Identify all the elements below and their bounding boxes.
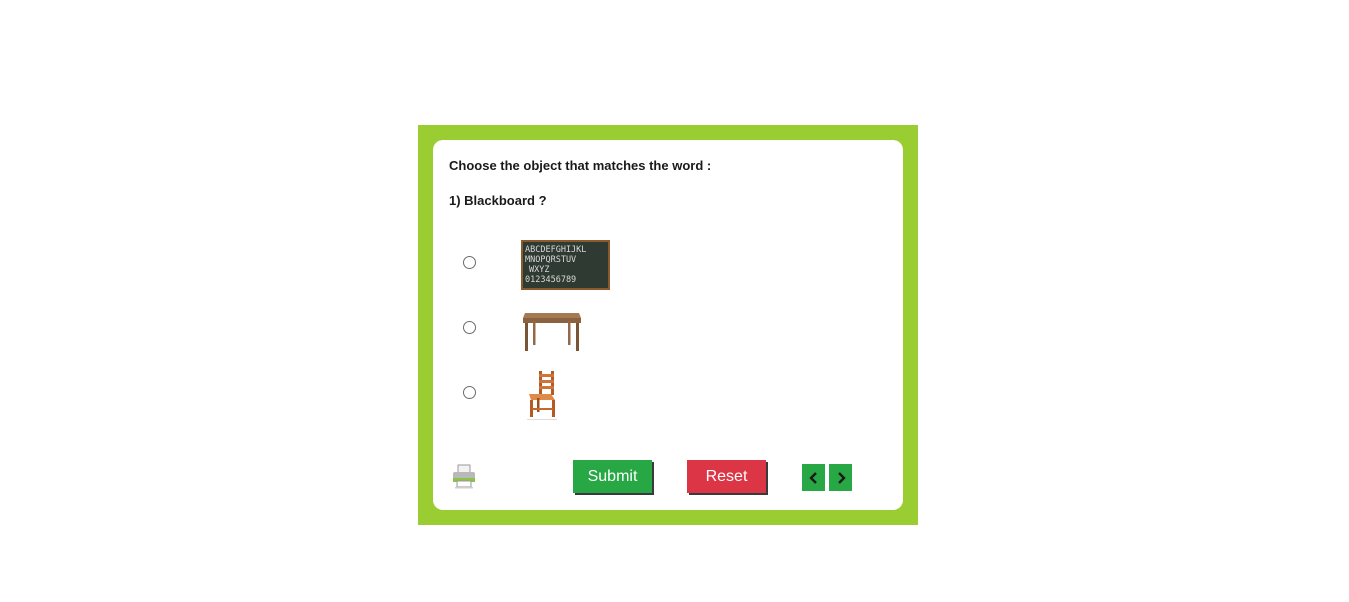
option-blackboard[interactable]: ABCDEFGHIJKL MNOPQRSTUV WXYZ 0123456789: [433, 240, 733, 300]
table-icon: [523, 313, 581, 351]
chevron-left-icon: [808, 471, 817, 484]
radio-table[interactable]: [463, 321, 476, 334]
option-chair[interactable]: [433, 370, 733, 430]
printer-drawing: [453, 464, 475, 489]
blackboard-line-1: ABCDEFGHIJKL: [525, 245, 586, 255]
quiz-card: Choose the object that matches the word …: [433, 140, 903, 510]
previous-button[interactable]: [802, 464, 825, 491]
chevron-right-icon: [837, 471, 846, 484]
blackboard-image: ABCDEFGHIJKL MNOPQRSTUV WXYZ 0123456789: [521, 240, 610, 290]
radio-blackboard[interactable]: [463, 256, 476, 269]
next-button[interactable]: [829, 464, 852, 491]
submit-button[interactable]: Submit: [573, 460, 652, 493]
table-image: [521, 307, 583, 358]
blackboard-line-3: WXYZ: [529, 265, 549, 275]
quiz-frame: Choose the object that matches the word …: [418, 125, 918, 525]
chair-icon: [527, 371, 557, 420]
option-table[interactable]: [433, 305, 733, 365]
printer-icon[interactable]: [451, 463, 477, 489]
instruction-text: Choose the object that matches the word …: [449, 158, 712, 173]
chair-image: [521, 370, 561, 427]
reset-button[interactable]: Reset: [687, 460, 766, 493]
blackboard-line-4: 0123456789: [525, 275, 576, 285]
blackboard-drawing: ABCDEFGHIJKL MNOPQRSTUV WXYZ 0123456789: [525, 245, 586, 285]
radio-chair[interactable]: [463, 386, 476, 399]
blackboard-line-2: MNOPQRSTUV: [525, 255, 576, 265]
question-text: 1) Blackboard ?: [449, 193, 547, 208]
